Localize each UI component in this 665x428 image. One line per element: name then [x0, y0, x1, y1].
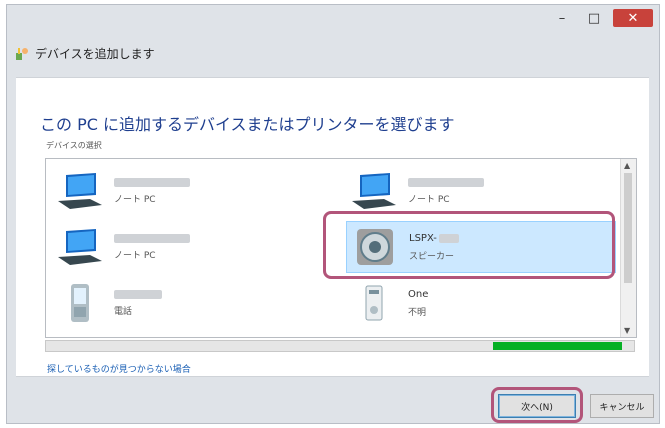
- device-list-scrollbar[interactable]: ▲ ▼: [620, 159, 636, 337]
- device-type: ノート PC: [114, 194, 156, 205]
- device-item[interactable]: ノート PC: [52, 221, 322, 273]
- device-type: 不明: [408, 307, 427, 318]
- phone-icon: [52, 279, 108, 327]
- close-button[interactable]: ✕: [613, 9, 653, 27]
- add-device-wizard-icon: [15, 47, 29, 61]
- next-highlight-frame: [491, 387, 583, 423]
- maximize-button[interactable]: □: [581, 9, 607, 27]
- device-name-redacted: [408, 177, 484, 187]
- scroll-up-icon[interactable]: ▲: [624, 161, 630, 170]
- device-item[interactable]: ノート PC: [346, 165, 616, 217]
- speaker-highlight-frame: [323, 211, 615, 279]
- window-titlebar: デバイスを追加します: [15, 45, 155, 62]
- window-controls: – □ ✕: [549, 9, 653, 27]
- device-item[interactable]: One 不明: [346, 277, 616, 329]
- add-device-window: – □ ✕ デバイスを追加します この PC に追加するデバイスまたはプリンター…: [6, 4, 660, 424]
- minimize-button[interactable]: –: [549, 9, 575, 27]
- progress-fill: [492, 342, 623, 350]
- scrollbar-thumb[interactable]: [624, 173, 632, 283]
- device-not-found-link[interactable]: 探しているものが見つからない場合: [47, 362, 191, 375]
- window-title: デバイスを追加します: [35, 47, 155, 61]
- laptop-icon: [346, 167, 402, 215]
- device-item[interactable]: 電話: [52, 277, 322, 329]
- device-type: ノート PC: [114, 250, 156, 261]
- device-type: 電話: [114, 306, 133, 317]
- laptop-icon: [52, 167, 108, 215]
- device-type: ノート PC: [408, 194, 450, 205]
- cancel-button[interactable]: キャンセル: [590, 394, 654, 418]
- device-name-redacted: [114, 177, 190, 187]
- device-name: One: [408, 288, 429, 300]
- search-progress-bar: [45, 340, 635, 352]
- laptop-icon: [52, 223, 108, 271]
- generic-device-icon: [346, 279, 402, 327]
- device-name-redacted: [114, 233, 190, 243]
- page-title: この PC に追加するデバイスまたはプリンターを選びます: [40, 115, 455, 134]
- scroll-down-icon[interactable]: ▼: [624, 326, 630, 335]
- device-name-redacted: [114, 289, 162, 299]
- device-list-label: デバイスの選択: [46, 141, 102, 150]
- device-item[interactable]: ノート PC: [52, 165, 322, 217]
